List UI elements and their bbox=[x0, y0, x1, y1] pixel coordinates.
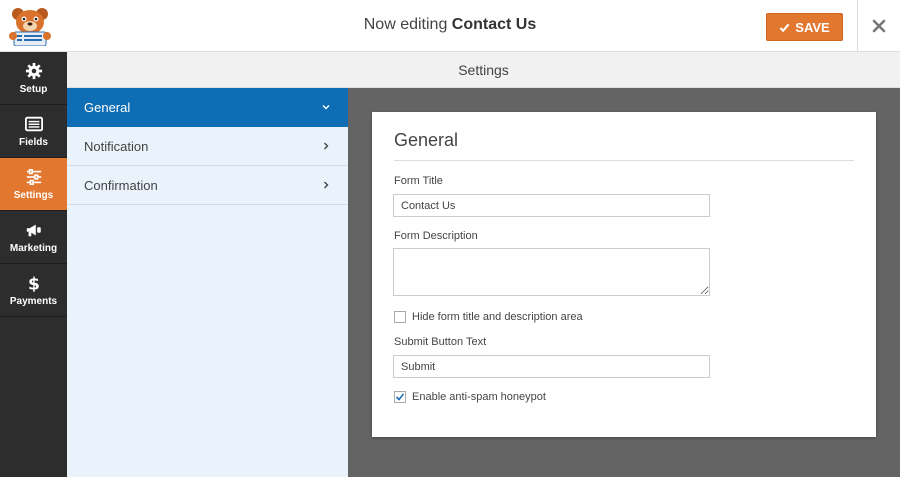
save-label: SAVE bbox=[795, 19, 830, 35]
nav-label-settings: Settings bbox=[13, 189, 54, 201]
subnav-item-confirmation[interactable]: Confirmation bbox=[67, 166, 348, 205]
form-description-label: Form Description bbox=[394, 230, 478, 242]
close-button[interactable] bbox=[857, 0, 900, 52]
honeypot-label: Enable anti-spam honeypot bbox=[412, 391, 546, 403]
settings-subnav: General Notification Confirmation bbox=[67, 88, 348, 477]
chevron-down-icon bbox=[322, 105, 330, 110]
nav-label-fields: Fields bbox=[19, 136, 48, 148]
subnav-label-confirmation: Confirmation bbox=[84, 177, 158, 193]
subnav-item-general[interactable]: General bbox=[67, 88, 348, 127]
close-icon bbox=[872, 19, 886, 33]
general-settings-card: General Form Title Form Description Hide… bbox=[372, 112, 876, 437]
megaphone-icon bbox=[26, 224, 41, 236]
dollar-icon: $ bbox=[28, 274, 40, 292]
editing-title: Now editing Contact Us bbox=[0, 0, 900, 52]
settings-header: Settings bbox=[67, 52, 900, 88]
list-icon bbox=[24, 116, 43, 131]
checkmark-icon bbox=[395, 393, 405, 401]
honeypot-checkbox[interactable] bbox=[394, 391, 406, 403]
form-title-label: Form Title bbox=[394, 175, 443, 187]
subnav-label-general: General bbox=[84, 99, 131, 115]
nav-item-payments[interactable]: $ Payments bbox=[0, 264, 67, 317]
chevron-right-icon bbox=[324, 181, 329, 189]
content-area: General Form Title Form Description Hide… bbox=[348, 88, 900, 477]
checkmark-icon bbox=[779, 23, 790, 32]
subnav-item-notification[interactable]: Notification bbox=[67, 127, 348, 166]
honeypot-option[interactable]: Enable anti-spam honeypot bbox=[394, 391, 546, 403]
hide-title-label: Hide form title and description area bbox=[412, 311, 583, 323]
form-description-textarea[interactable] bbox=[393, 248, 710, 296]
nav-label-marketing: Marketing bbox=[9, 242, 58, 254]
left-navigation: Setup Fields Settings Marketing $ Paymen… bbox=[0, 52, 67, 477]
nav-item-settings[interactable]: Settings bbox=[0, 158, 67, 211]
svg-text:$: $ bbox=[28, 274, 40, 292]
editing-prefix: Now editing bbox=[363, 16, 448, 33]
section-title: General bbox=[394, 130, 459, 150]
chevron-right-icon bbox=[324, 142, 329, 150]
nav-item-fields[interactable]: Fields bbox=[0, 105, 67, 158]
gear-icon bbox=[25, 62, 42, 79]
save-button[interactable]: SAVE bbox=[766, 13, 843, 41]
hide-title-option[interactable]: Hide form title and description area bbox=[394, 311, 583, 323]
submit-text-input[interactable] bbox=[393, 355, 710, 378]
subnav-label-notification: Notification bbox=[84, 138, 149, 154]
hide-title-checkbox[interactable] bbox=[394, 311, 406, 323]
nav-label-payments: Payments bbox=[9, 295, 58, 307]
sliders-icon bbox=[26, 168, 41, 185]
nav-item-setup[interactable]: Setup bbox=[0, 52, 67, 105]
section-divider bbox=[394, 160, 854, 161]
top-bar: Now editing Contact Us SAVE bbox=[0, 0, 900, 52]
form-name: Contact Us bbox=[451, 16, 537, 33]
form-title-input[interactable] bbox=[393, 194, 710, 217]
submit-text-label: Submit Button Text bbox=[394, 336, 487, 348]
nav-item-marketing[interactable]: Marketing bbox=[0, 211, 67, 264]
nav-label-setup: Setup bbox=[19, 83, 48, 95]
